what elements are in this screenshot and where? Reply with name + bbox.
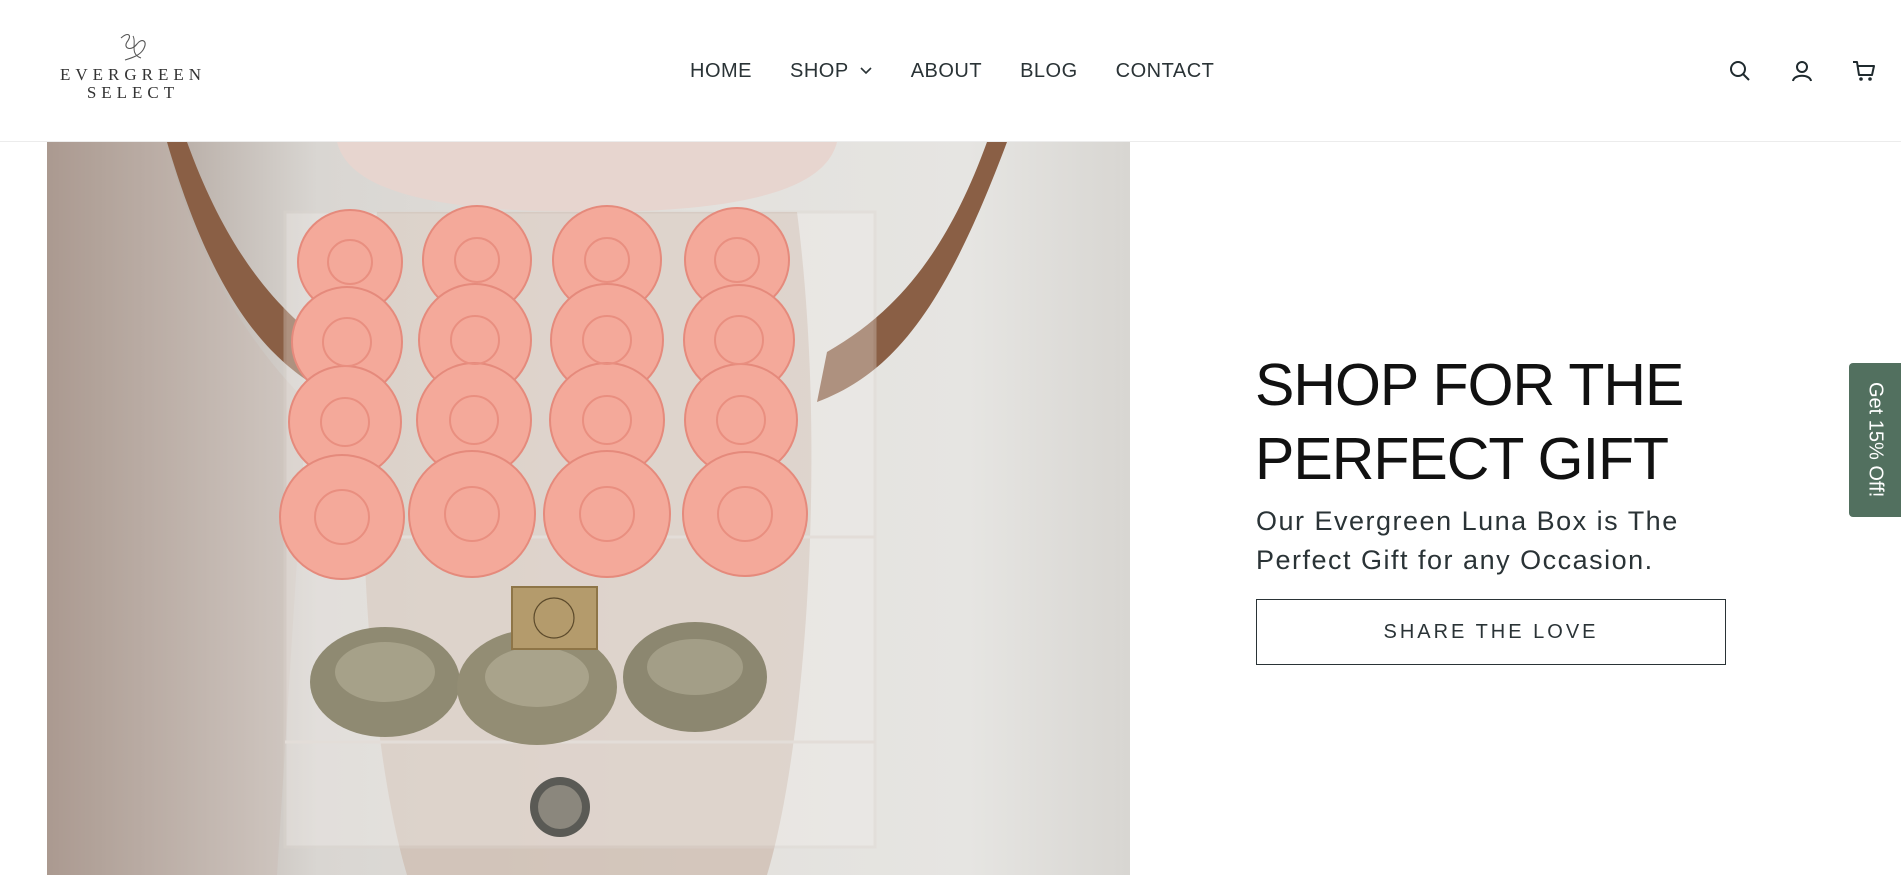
nav-item-label: CONTACT xyxy=(1115,59,1215,82)
monogram-logo-icon xyxy=(120,33,146,61)
hero-subtitle: Our Evergreen Luna Box is The Perfect Gi… xyxy=(1256,506,1679,575)
hero-image xyxy=(47,142,1130,875)
nav-item-label: SHOP xyxy=(790,59,849,82)
nav-item-label: ABOUT xyxy=(910,59,983,82)
discount-side-tab[interactable]: Get 15% Off! xyxy=(1849,363,1901,517)
chevron-down-icon xyxy=(860,67,872,75)
discount-tab-label: Get 15% Off! xyxy=(1864,382,1887,498)
nav-item-blog[interactable]: BLOG xyxy=(1020,60,1078,83)
rose-box-illustration xyxy=(47,142,1007,875)
nav-item-contact[interactable]: CONTACT xyxy=(1116,60,1215,83)
logo-text-line2: SELECT xyxy=(86,83,180,102)
hero-title: SHOP FOR THE PERFECT GIFT xyxy=(1255,348,1755,496)
cta-label: SHARE THE LOVE xyxy=(1383,620,1599,643)
nav-item-about[interactable]: ABOUT xyxy=(911,60,982,83)
nav-item-home[interactable]: HOME xyxy=(690,60,752,83)
nav-item-label: BLOG xyxy=(1020,59,1078,82)
site-header: EVERGREEN SELECT HOME SHOP ABOUT BLOG CO… xyxy=(0,0,1901,142)
search-icon[interactable] xyxy=(1727,58,1753,84)
share-the-love-button[interactable]: SHARE THE LOVE xyxy=(1256,599,1726,665)
header-icons xyxy=(1691,58,1877,84)
logo-text-line1: EVERGREEN xyxy=(59,65,207,84)
hero-title-line1: SHOP FOR THE xyxy=(1255,352,1684,418)
cart-icon[interactable] xyxy=(1851,58,1877,84)
main-nav: HOME SHOP ABOUT BLOG CONTACT xyxy=(690,56,1214,86)
account-icon[interactable] xyxy=(1789,58,1815,84)
nav-item-label: HOME xyxy=(690,59,752,82)
hero-title-line2: PERFECT GIFT xyxy=(1255,426,1669,492)
nav-item-shop[interactable]: SHOP xyxy=(790,60,873,83)
brand-logo[interactable]: EVERGREEN SELECT xyxy=(58,30,208,110)
